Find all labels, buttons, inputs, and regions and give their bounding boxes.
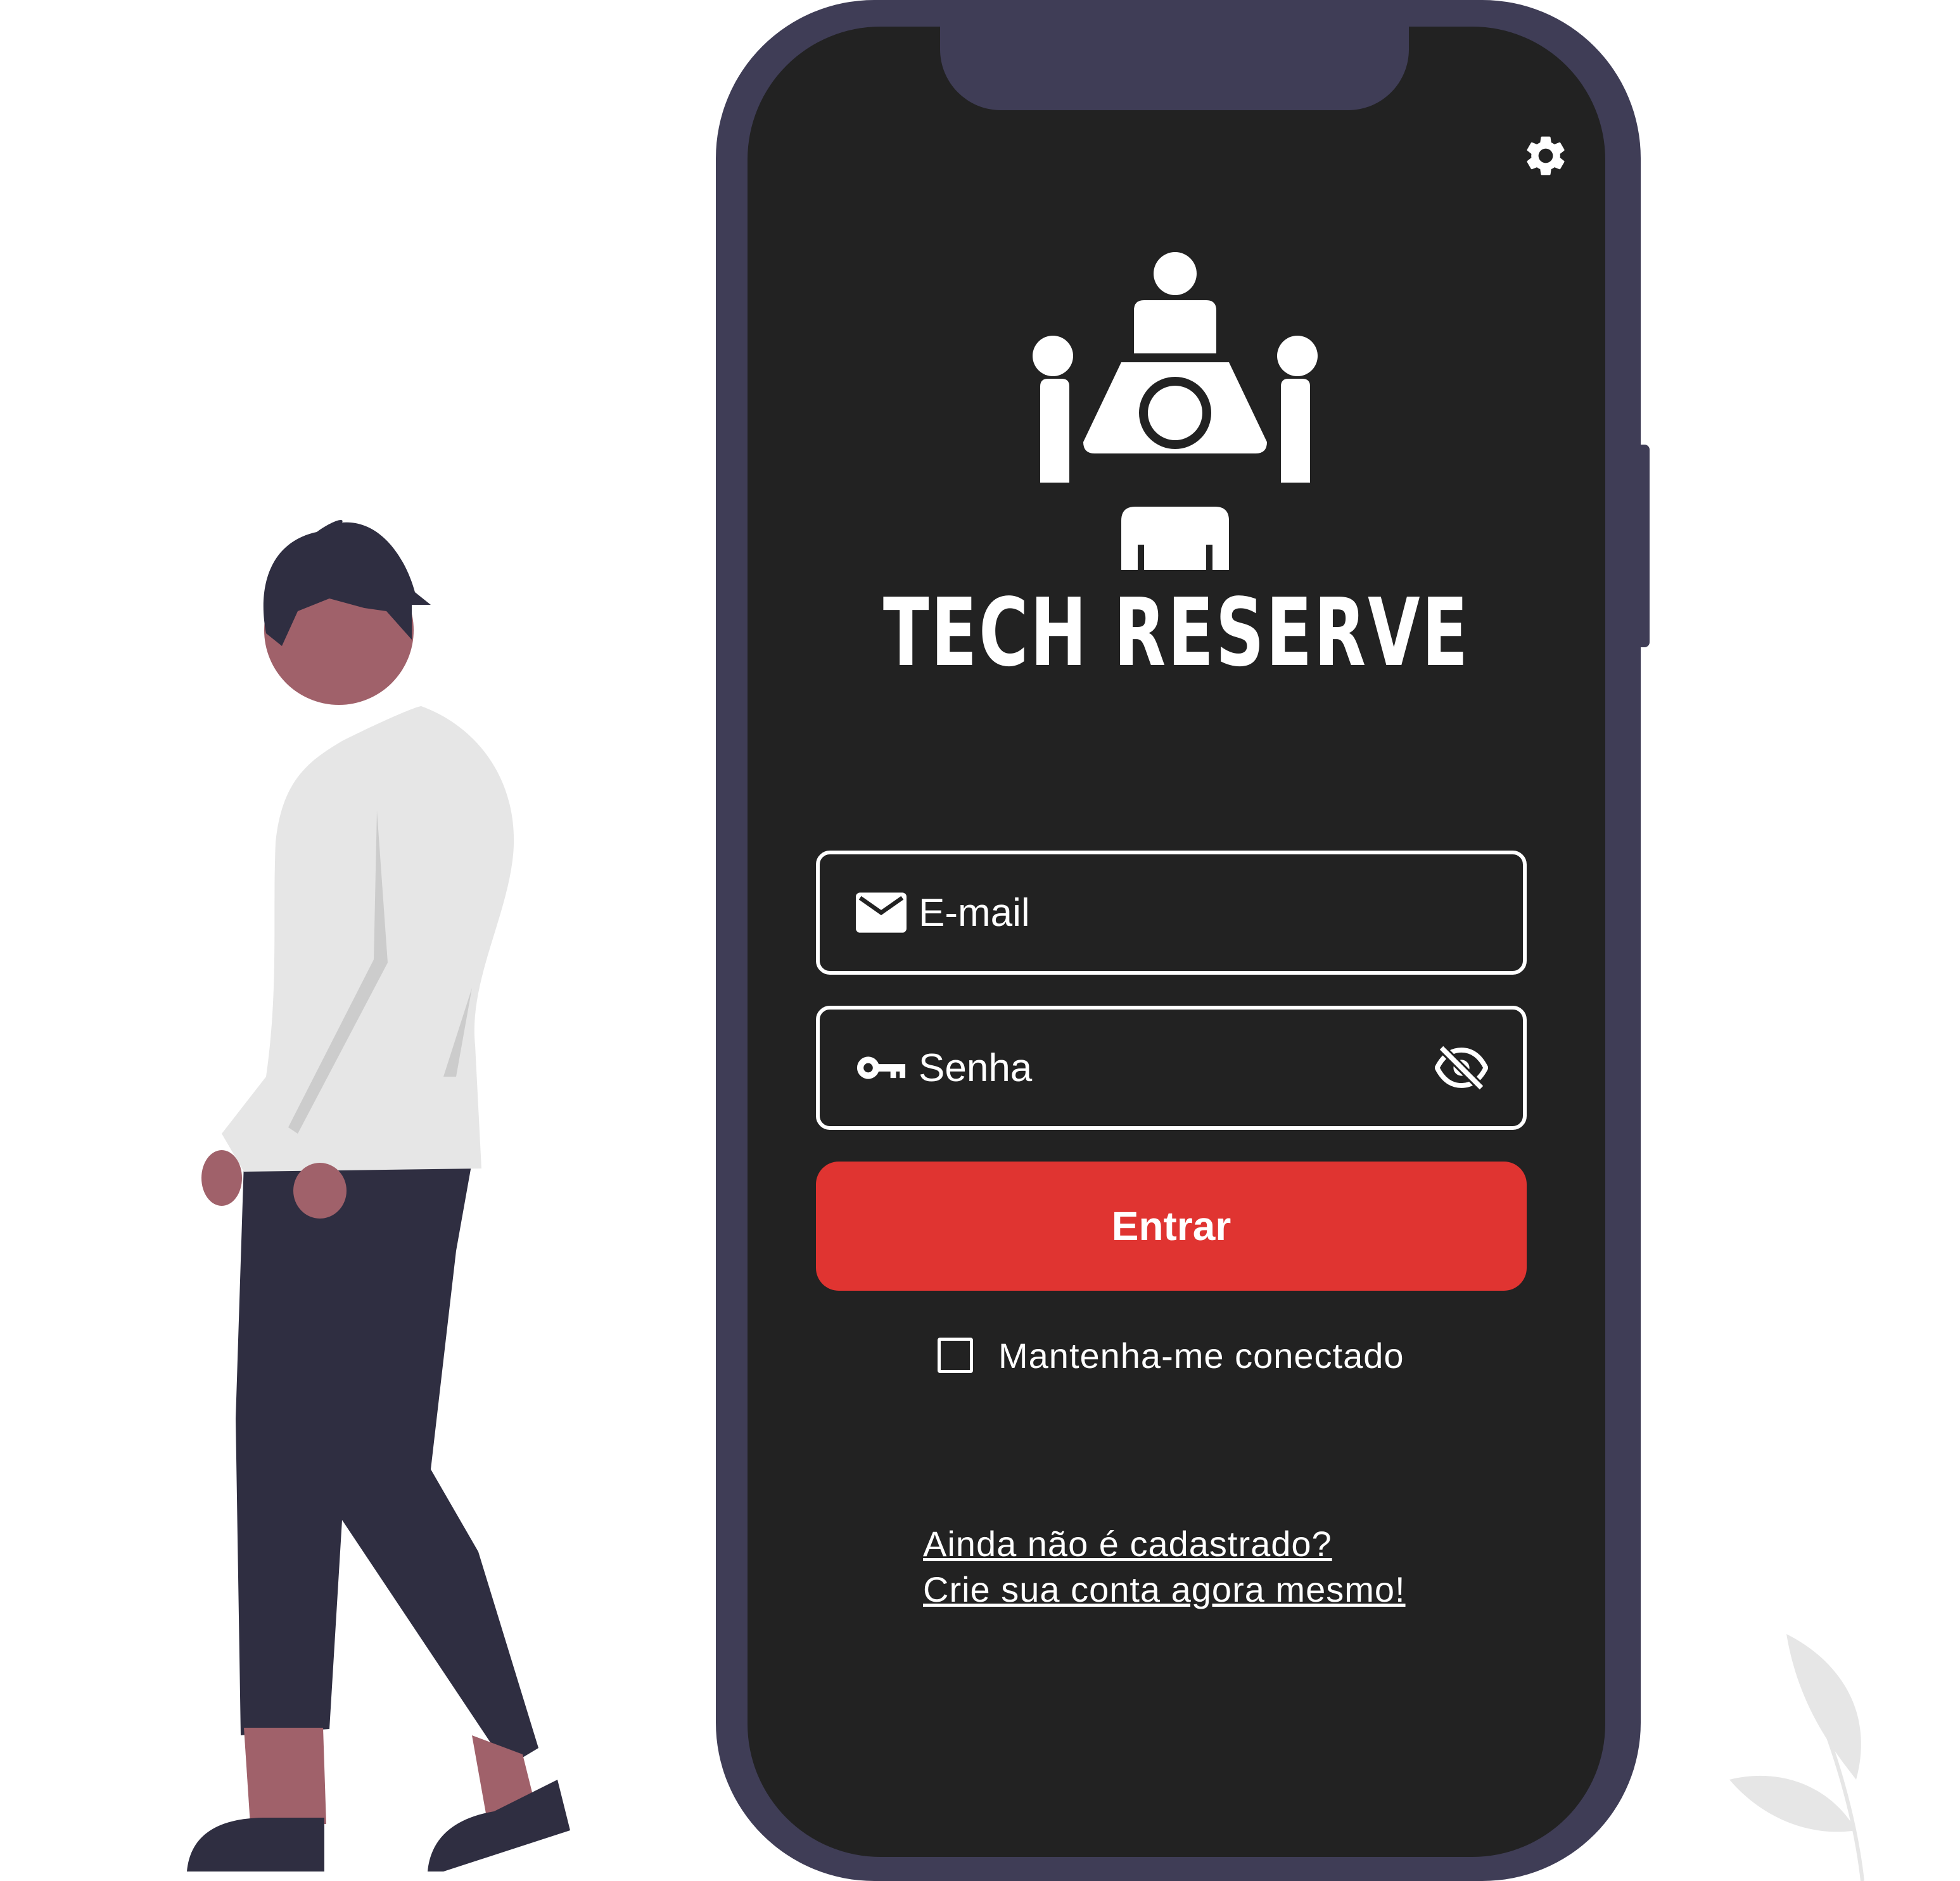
signup-link-line2[interactable]: Crie sua conta agora mesmo! — [923, 1567, 1406, 1612]
phone-notch — [940, 0, 1409, 110]
plant-illustration — [1729, 1634, 1864, 1881]
signup-prompt: Ainda não é cadastrado? Crie sua conta a… — [923, 1521, 1406, 1612]
email-input[interactable] — [919, 890, 1523, 935]
settings-button[interactable] — [1517, 127, 1575, 185]
password-field-container — [816, 1006, 1527, 1130]
phone-side-button — [1633, 445, 1650, 647]
signup-link-line1[interactable]: Ainda não é cadastrado? — [923, 1521, 1406, 1567]
login-button[interactable]: Entrar — [816, 1162, 1527, 1291]
remember-me: Mantenha-me conectado — [938, 1330, 1404, 1381]
envelope-icon — [855, 887, 907, 939]
key-icon — [855, 1042, 907, 1094]
password-visibility-toggle[interactable] — [1433, 1039, 1490, 1096]
meeting-table-logo — [1033, 252, 1318, 570]
remember-me-label: Mantenha-me conectado — [998, 1335, 1404, 1376]
eye-off-icon — [1435, 1046, 1488, 1090]
person-illustration — [187, 519, 570, 1872]
password-input[interactable] — [919, 1045, 1433, 1091]
remember-me-checkbox[interactable] — [938, 1338, 973, 1373]
email-field-container — [816, 851, 1527, 975]
gear-icon — [1527, 136, 1565, 175]
brand-title: TECH RESERVE — [882, 578, 1470, 687]
